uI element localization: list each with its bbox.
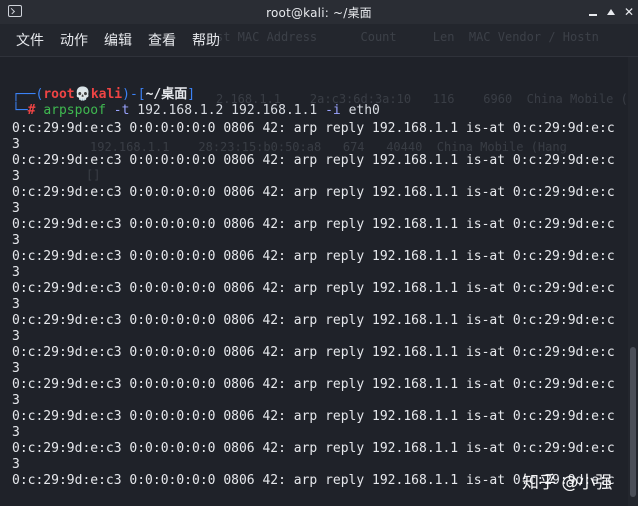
close-button[interactable]: ✕: [620, 3, 638, 21]
minimize-button[interactable]: [584, 3, 602, 21]
output-line-wrap: 3: [12, 297, 20, 312]
output-line-wrap: 3: [12, 201, 20, 216]
output-line-wrap: 3: [12, 233, 20, 248]
output-line: 0:c:29:9d:e:c3 0:0:0:0:0:0 0806 42: arp …: [12, 153, 615, 168]
output-line: 0:c:29:9d:e:c3 0:0:0:0:0:0 0806 42: arp …: [12, 217, 615, 232]
prompt-end-bracket: ]: [187, 87, 196, 102]
output-line: 0:c:29:9d:e:c3 0:0:0:0:0:0 0806 42: arp …: [12, 377, 615, 392]
output-line: 0:c:29:9d:e:c3 0:0:0:0:0:0 0806 42: arp …: [12, 281, 615, 296]
skull-icon: 💀: [74, 87, 91, 102]
output-line: 0:c:29:9d:e:c3 0:0:0:0:0:0 0806 42: arp …: [12, 409, 615, 424]
command-option-i: -i: [317, 103, 341, 118]
vertical-scrollbar[interactable]: [628, 57, 638, 506]
output-line: 0:c:29:9d:e:c3 0:0:0:0:0:0 0806 42: arp …: [12, 121, 615, 136]
prompt-host: kali: [90, 87, 123, 102]
output-line-wrap: 3: [12, 137, 20, 152]
output-line: 0:c:29:9d:e:c3 0:0:0:0:0:0 0806 42: arp …: [12, 185, 615, 200]
menu-action[interactable]: 动作: [58, 30, 90, 50]
arpspoof-output: 0:c:29:9d:e:c3 0:0:0:0:0:0 0806 42: arp …: [12, 121, 615, 489]
output-line: 0:c:29:9d:e:c3 0:0:0:0:0:0 0806 42: arp …: [12, 313, 615, 328]
output-line-wrap: 3: [12, 169, 20, 184]
prompt-user: root: [43, 87, 75, 102]
prompt-open-bracket: ┌──(: [12, 87, 44, 102]
title-bar[interactable]: root@kali: ~/桌面 ✕: [0, 0, 638, 25]
command-option-t: -t: [105, 103, 130, 118]
zhihu-watermark: 知乎 @小强: [522, 473, 613, 493]
command-line: └─# arpspoof -t 192.168.1.2 192.168.1.1 …: [12, 103, 380, 119]
command-target: 192.168.1.2 192.168.1.1: [129, 103, 318, 118]
terminal-output-area[interactable]: ┌──(root💀kali)-[~/桌面] └─# arpspoof -t 19…: [0, 57, 628, 506]
menu-view[interactable]: 查看: [146, 30, 178, 50]
close-icon: ✕: [623, 5, 635, 19]
output-line-wrap: 3: [12, 361, 20, 376]
output-line: 0:c:29:9d:e:c3 0:0:0:0:0:0 0806 42: arp …: [12, 441, 615, 456]
output-line: 0:c:29:9d:e:c3 0:0:0:0:0:0 0806 42: arp …: [12, 345, 615, 360]
maximize-button[interactable]: [602, 3, 620, 21]
prompt-line-1: ┌──(root💀kali)-[~/桌面]: [12, 87, 195, 103]
menu-edit[interactable]: 编辑: [102, 30, 134, 50]
prompt-path: ~/桌面: [145, 87, 188, 102]
output-line: 0:c:29:9d:e:c3 0:0:0:0:0:0 0806 42: arp …: [12, 249, 615, 264]
output-line-wrap: 3: [12, 393, 20, 408]
prompt-hash: #: [27, 103, 44, 118]
menu-file[interactable]: 文件: [14, 30, 46, 50]
output-line-wrap: 3: [12, 425, 20, 440]
command-iface: eth0: [340, 103, 380, 118]
output-line-wrap: 3: [12, 329, 20, 344]
minimize-icon: [589, 14, 597, 16]
prompt-line2-prefix: └─: [12, 103, 28, 118]
terminal-window: root@kali: ~/桌面 ✕ 文件 动作 编辑 查看 帮助 st MAC …: [0, 0, 638, 506]
ghost-header-text: st MAC Address Count Len MAC Vendor / Ho…: [216, 30, 599, 44]
command-name: arpspoof: [43, 103, 106, 118]
scrollbar-thumb[interactable]: [630, 347, 636, 497]
window-title: root@kali: ~/桌面: [266, 6, 372, 20]
prompt-close-bracket: )-[: [122, 87, 146, 102]
output-line-wrap: 3: [12, 265, 20, 280]
maximize-icon: [607, 9, 615, 15]
